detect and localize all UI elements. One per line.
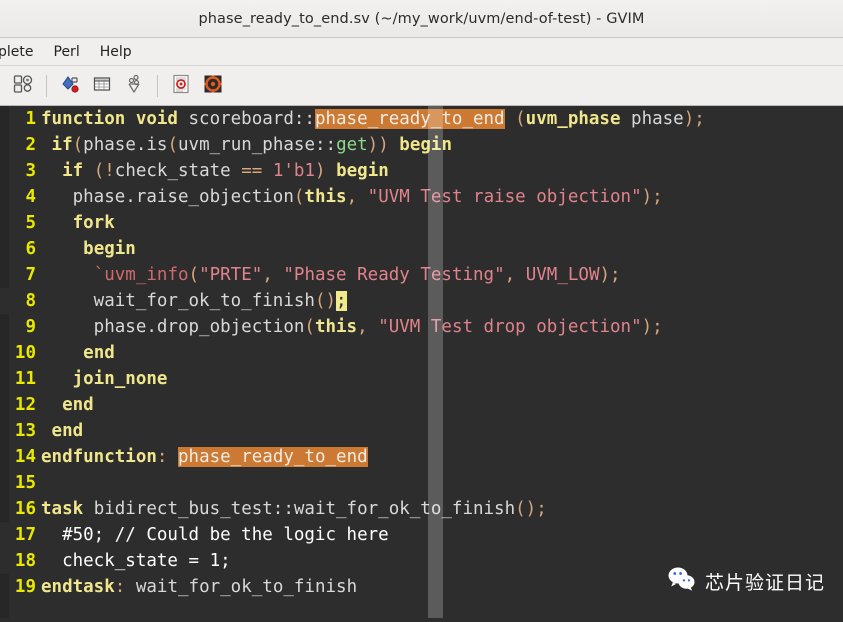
tag-jump-icon	[123, 73, 145, 99]
code-line-5[interactable]: 5 fork	[0, 210, 843, 236]
menu-bar: plete Perl Help	[0, 38, 843, 66]
gvim-window: phase_ready_to_end.sv (~/my_work/uvm/end…	[0, 0, 843, 622]
tag-list-icon	[91, 73, 113, 99]
line-number: 9	[25, 317, 36, 337]
line-number: 3	[25, 161, 36, 181]
make-icon	[12, 73, 34, 99]
code-line-10[interactable]: 10 end	[0, 340, 843, 366]
line-number: 1	[25, 109, 36, 129]
code-line-7[interactable]: 7 `uvm_info("PRTE", "Phase Ready Testing…	[0, 262, 843, 288]
code-line-14[interactable]: 14 endfunction: phase_ready_to_end	[0, 444, 843, 470]
code-line-8[interactable]: 8 wait_for_ok_to_finish();	[0, 288, 843, 314]
line-text: endfunction: phase_ready_to_end	[41, 447, 368, 467]
code-line-17[interactable]: 17 #50; // Could be the logic here	[0, 522, 843, 548]
toolbar-separator-1	[46, 74, 47, 97]
line-text: end	[83, 343, 115, 363]
line-number: 6	[25, 239, 36, 259]
code-line-13[interactable]: 13 end	[0, 418, 843, 444]
line-number: 2	[25, 135, 36, 155]
code-line-2[interactable]: 2 if(phase.is(uvm_run_phase::get)) begin	[0, 132, 843, 158]
window-title: phase_ready_to_end.sv (~/my_work/uvm/end…	[198, 10, 645, 27]
line-text: end	[51, 421, 84, 441]
line-text: `uvm_info("PRTE", "Phase Ready Testing",…	[93, 265, 621, 285]
tag-list-button[interactable]	[87, 71, 117, 101]
line-number: 18	[14, 551, 36, 571]
line-number: 7	[25, 265, 36, 285]
line-text: join_none	[72, 369, 168, 389]
line-text: task bidirect_bus_test::wait_for_ok_to_f…	[41, 499, 547, 519]
find-help-button[interactable]	[198, 71, 228, 101]
find-help-icon	[202, 73, 224, 99]
line-text: if (!check_state == 1'b1) begin	[62, 161, 389, 181]
make-button[interactable]	[8, 71, 38, 101]
code-line-12[interactable]: 12 end	[0, 392, 843, 418]
menu-item-perl[interactable]: Perl	[44, 42, 90, 62]
menu-item-help[interactable]: Help	[90, 42, 142, 62]
code-line-3[interactable]: 3 if (!check_state == 1'b1) begin	[0, 158, 843, 184]
tool-bar	[0, 66, 843, 106]
line-text: if(phase.is(uvm_run_phase::get)) begin	[51, 135, 452, 155]
code-editor[interactable]: 1 function void scoreboard::phase_ready_…	[0, 106, 843, 618]
code-line-18[interactable]: 18 check_state = 1;	[0, 548, 843, 574]
line-text: phase.raise_objection(this, "UVM Test ra…	[41, 187, 663, 207]
line-number: 16	[14, 499, 36, 519]
syntax-color-icon	[59, 73, 81, 99]
line-text: wait_for_ok_to_finish();	[41, 291, 347, 311]
line-number: 17	[14, 525, 36, 545]
line-text: function void scoreboard::phase_ready_to…	[41, 109, 705, 129]
line-number: 13	[14, 421, 36, 441]
code-lines: 1 function void scoreboard::phase_ready_…	[0, 106, 843, 600]
line-number: 11	[14, 369, 36, 389]
line-text: phase.drop_objection(this, "UVM Test dro…	[41, 317, 663, 337]
line-number: 15	[14, 473, 36, 493]
line-number: 12	[14, 395, 36, 415]
menu-item-complete[interactable]: plete	[0, 42, 44, 62]
code-line-1[interactable]: 1 function void scoreboard::phase_ready_…	[0, 106, 843, 132]
tag-jump-button[interactable]	[119, 71, 149, 101]
line-number: 5	[25, 213, 36, 233]
line-number: 19	[14, 577, 36, 597]
line-text: fork	[72, 213, 115, 233]
title-bar: phase_ready_to_end.sv (~/my_work/uvm/end…	[0, 0, 843, 38]
help-page-icon	[170, 73, 192, 99]
code-line-9[interactable]: 9 phase.drop_objection(this, "UVM Test d…	[0, 314, 843, 340]
code-line-19[interactable]: 19 endtask: wait_for_ok_to_finish	[0, 574, 843, 600]
line-text: begin	[83, 239, 136, 259]
line-text: check_state = 1;	[41, 551, 231, 571]
code-line-11[interactable]: 11 join_none	[0, 366, 843, 392]
code-line-16[interactable]: 16 task bidirect_bus_test::wait_for_ok_t…	[0, 496, 843, 522]
code-line-6[interactable]: 6 begin	[0, 236, 843, 262]
help-page-button[interactable]	[166, 71, 196, 101]
toolbar-separator-2	[157, 74, 158, 97]
code-line-4[interactable]: 4 phase.raise_objection(this, "UVM Test …	[0, 184, 843, 210]
line-number: 14	[14, 447, 36, 467]
line-text: endtask: wait_for_ok_to_finish	[41, 577, 358, 597]
code-line-15[interactable]: 15	[0, 470, 843, 496]
line-text: #50; // Could be the logic here	[41, 525, 389, 545]
line-number: 10	[14, 343, 36, 363]
line-text	[41, 470, 52, 496]
line-number: 4	[25, 187, 36, 207]
syntax-color-button[interactable]	[55, 71, 85, 101]
line-text: end	[62, 395, 94, 415]
line-number: 8	[0, 288, 41, 314]
